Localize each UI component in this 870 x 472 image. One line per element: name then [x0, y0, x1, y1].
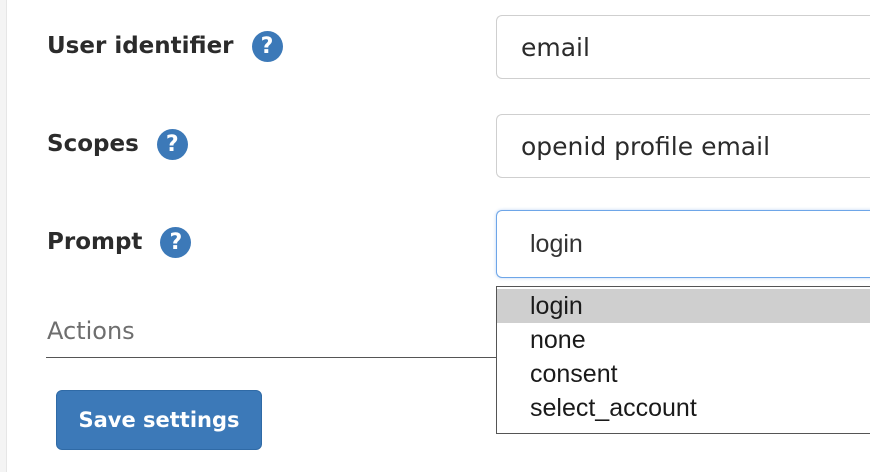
prompt-selected-value: login: [530, 230, 583, 259]
user-identifier-label: User identifier ?: [47, 28, 283, 64]
prompt-help-icon[interactable]: ?: [160, 227, 191, 258]
scopes-input[interactable]: openid profile email: [496, 114, 870, 178]
prompt-dropdown-list: login none consent select_account: [496, 286, 870, 434]
user-identifier-help-icon[interactable]: ?: [252, 31, 283, 62]
user-identifier-value: email: [521, 33, 590, 62]
dropdown-option-consent[interactable]: consent: [497, 357, 870, 391]
scopes-help-icon[interactable]: ?: [157, 129, 188, 160]
left-panel-edge: [0, 0, 7, 472]
dropdown-option-login[interactable]: login: [497, 289, 870, 323]
scopes-label: Scopes ?: [47, 126, 188, 162]
scopes-value: openid profile email: [521, 132, 770, 161]
prompt-label-text: Prompt: [47, 229, 142, 255]
prompt-label: Prompt ?: [47, 224, 191, 260]
user-identifier-label-text: User identifier: [47, 33, 234, 59]
dropdown-option-select-account[interactable]: select_account: [497, 391, 870, 425]
prompt-select[interactable]: login: [496, 210, 870, 278]
actions-divider: [46, 357, 498, 358]
scopes-label-text: Scopes: [47, 131, 139, 157]
actions-heading: Actions: [47, 317, 135, 345]
save-settings-button[interactable]: Save settings: [56, 390, 262, 450]
user-identifier-input[interactable]: email: [496, 15, 870, 79]
dropdown-option-none[interactable]: none: [497, 323, 870, 357]
